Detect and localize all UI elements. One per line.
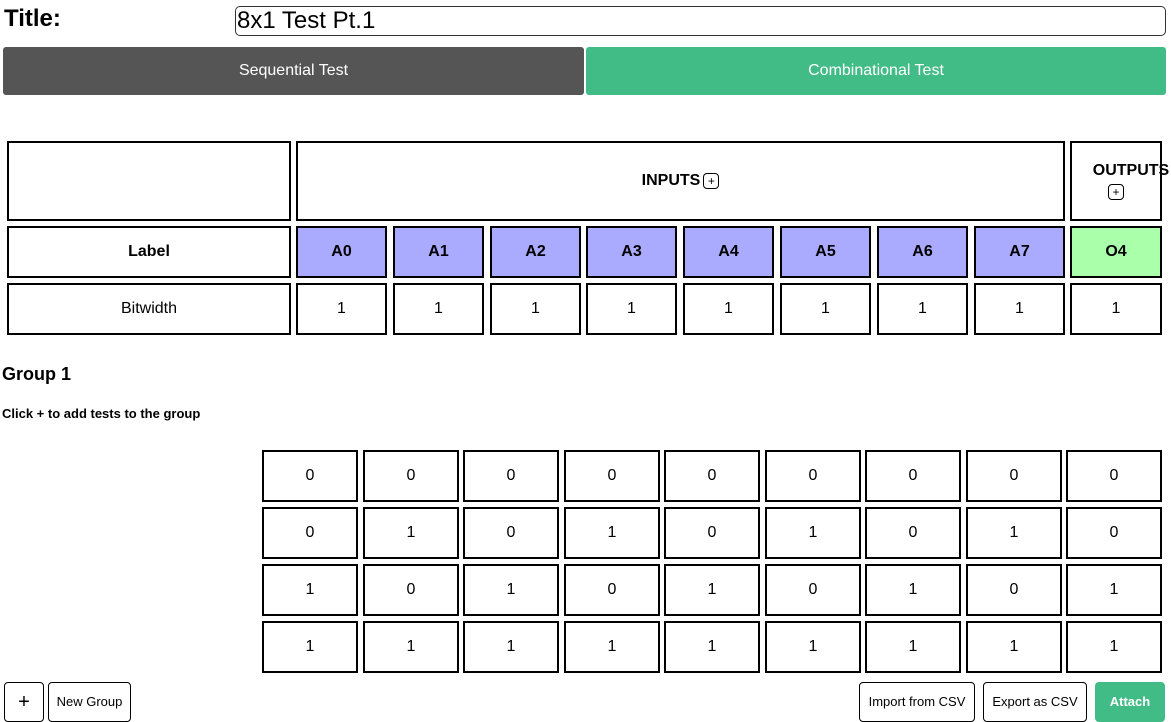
test-value-cell[interactable]: 0: [463, 507, 559, 559]
output-label-cell[interactable]: O4: [1070, 226, 1162, 278]
outputs-label: OUTPUTS: [1092, 162, 1170, 179]
input-bitwidth-cell[interactable]: 1: [490, 283, 581, 335]
input-bitwidth-cell[interactable]: 1: [780, 283, 871, 335]
label-row-header: Label: [7, 226, 291, 278]
test-value-cell[interactable]: 1: [262, 564, 358, 616]
test-value-cell[interactable]: 1: [865, 564, 961, 616]
input-bitwidth-cell[interactable]: 1: [586, 283, 677, 335]
add-input-button[interactable]: +: [703, 173, 720, 189]
input-label-cell[interactable]: A7: [974, 226, 1065, 278]
input-bitwidth-cell[interactable]: 1: [877, 283, 968, 335]
test-value-cell[interactable]: 0: [463, 450, 559, 502]
test-value-cell[interactable]: 1: [463, 564, 559, 616]
test-value-cell[interactable]: 1: [363, 507, 459, 559]
sequential-test-button[interactable]: Sequential Test: [3, 47, 584, 95]
test-value-cell[interactable]: 0: [765, 450, 861, 502]
test-value-cell[interactable]: 0: [1066, 507, 1162, 559]
test-value-cell[interactable]: 1: [765, 621, 861, 673]
input-label-cell[interactable]: A4: [683, 226, 774, 278]
group-hint: Click + to add tests to the group: [2, 406, 201, 421]
title-input[interactable]: [235, 6, 1166, 36]
group-title: Group 1: [2, 364, 72, 384]
title-label: Title:: [4, 5, 61, 32]
test-value-cell[interactable]: 1: [1066, 621, 1162, 673]
input-label-cell[interactable]: A2: [490, 226, 581, 278]
input-bitwidth-cell[interactable]: 1: [393, 283, 484, 335]
test-value-cell[interactable]: 1: [664, 564, 760, 616]
input-label-cell[interactable]: A0: [296, 226, 387, 278]
test-value-cell[interactable]: 0: [966, 450, 1062, 502]
test-value-cell[interactable]: 1: [765, 507, 861, 559]
input-label-cell[interactable]: A3: [586, 226, 677, 278]
test-value-cell[interactable]: 0: [664, 507, 760, 559]
new-group-button[interactable]: New Group: [48, 682, 131, 722]
bitwidth-row-header: Bitwidth: [7, 283, 291, 335]
input-label-cell[interactable]: A6: [877, 226, 968, 278]
test-value-cell[interactable]: 0: [262, 507, 358, 559]
test-value-cell[interactable]: 1: [966, 621, 1062, 673]
test-value-cell[interactable]: 1: [463, 621, 559, 673]
test-value-cell[interactable]: 0: [865, 507, 961, 559]
add-output-button[interactable]: +: [1108, 184, 1124, 200]
outputs-header: OUTPUTS +: [1070, 141, 1169, 221]
import-csv-button[interactable]: Import from CSV: [859, 682, 975, 722]
input-bitwidth-cell[interactable]: 1: [974, 283, 1065, 335]
combinational-test-button[interactable]: Combinational Test: [586, 47, 1166, 95]
attach-button[interactable]: Attach: [1095, 682, 1165, 722]
test-value-cell[interactable]: 0: [363, 564, 459, 616]
input-bitwidth-cell[interactable]: 1: [296, 283, 387, 335]
add-test-button[interactable]: +: [4, 682, 44, 722]
test-value-cell[interactable]: 1: [1066, 564, 1162, 616]
test-value-cell[interactable]: 0: [664, 450, 760, 502]
test-value-cell[interactable]: 0: [262, 450, 358, 502]
test-value-cell[interactable]: 0: [1066, 450, 1162, 502]
export-csv-button[interactable]: Export as CSV: [983, 682, 1087, 722]
corner-cell: [7, 141, 291, 221]
inputs-header: INPUTS +: [296, 141, 1065, 221]
test-value-cell[interactable]: 1: [865, 621, 961, 673]
input-bitwidth-cell[interactable]: 1: [683, 283, 774, 335]
test-value-cell[interactable]: 0: [765, 564, 861, 616]
test-value-cell[interactable]: 0: [363, 450, 459, 502]
inputs-label: INPUTS: [641, 172, 701, 189]
input-label-cell[interactable]: A1: [393, 226, 484, 278]
test-value-cell[interactable]: 0: [564, 450, 660, 502]
test-value-cell[interactable]: 1: [363, 621, 459, 673]
test-value-cell[interactable]: 1: [966, 507, 1062, 559]
test-value-cell[interactable]: 0: [865, 450, 961, 502]
test-value-cell[interactable]: 0: [564, 564, 660, 616]
test-value-cell[interactable]: 0: [966, 564, 1062, 616]
test-value-cell[interactable]: 1: [564, 621, 660, 673]
test-value-cell[interactable]: 1: [564, 507, 660, 559]
output-bitwidth-cell[interactable]: 1: [1070, 283, 1162, 335]
test-value-cell[interactable]: 1: [262, 621, 358, 673]
input-label-cell[interactable]: A5: [780, 226, 871, 278]
test-value-cell[interactable]: 1: [664, 621, 760, 673]
